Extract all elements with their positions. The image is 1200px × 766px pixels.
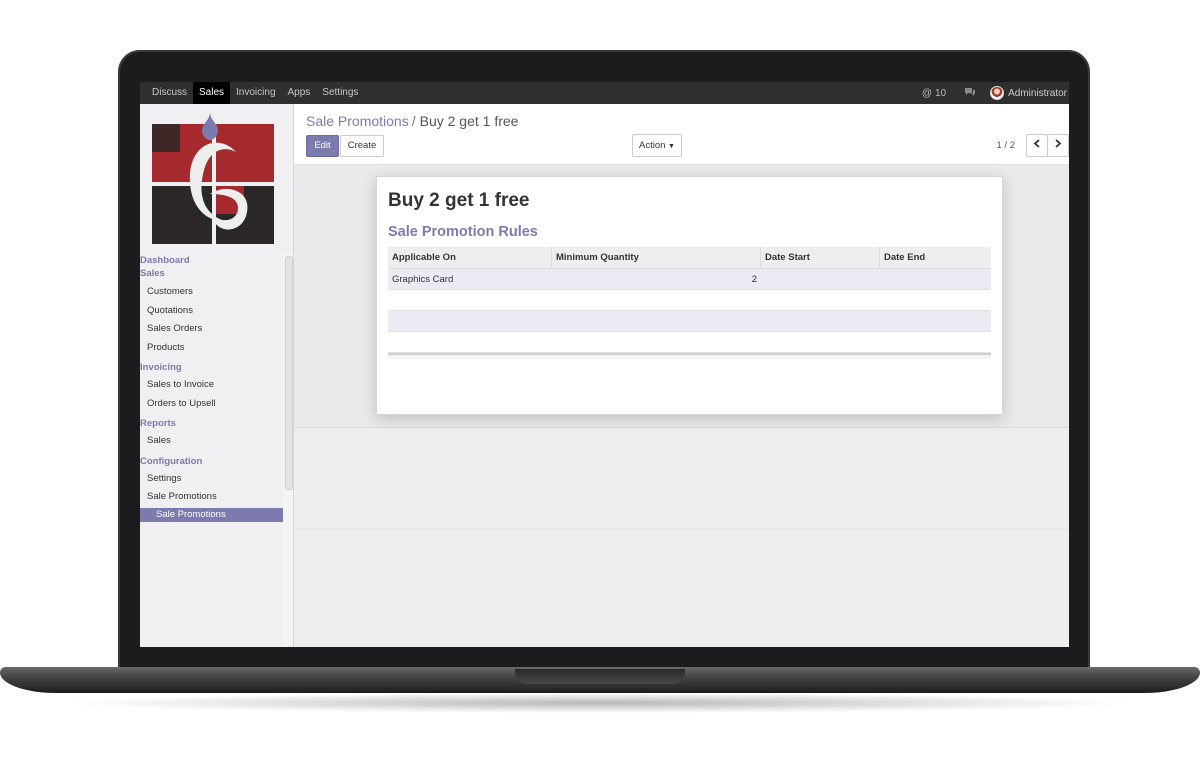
top-navbar: Discuss Sales Invoicing Apps Settings @ … xyxy=(140,82,1069,104)
sidebar-item-customers[interactable]: Customers xyxy=(140,283,283,302)
column-minimum-quantity[interactable]: Minimum Quantity xyxy=(552,247,761,268)
sidebar: Dashboard Sales Customers Quotations Sal… xyxy=(140,104,294,647)
menu-discuss[interactable]: Discuss xyxy=(146,82,193,104)
breadcrumb: Sale Promotions / Buy 2 get 1 free xyxy=(306,113,518,129)
caret-down-icon: ▼ xyxy=(668,143,675,150)
app-menu: Discuss Sales Invoicing Apps Settings xyxy=(146,82,364,104)
systray: @ 10 Administrator xyxy=(918,82,1067,104)
control-panel: Sale Promotions / Buy 2 get 1 free Edit Cr… xyxy=(294,104,1069,165)
notification-count: 10 xyxy=(934,87,947,99)
menu-invoicing[interactable]: Invoicing xyxy=(230,82,281,104)
laptop-notch xyxy=(515,669,685,684)
cell-date-start xyxy=(761,269,880,289)
pager-value[interactable]: 1 / 2 xyxy=(997,140,1016,151)
column-applicable-on[interactable]: Applicable On xyxy=(388,247,552,268)
sidebar-item-reports-sales[interactable]: Sales xyxy=(140,432,283,451)
menu-settings[interactable]: Settings xyxy=(316,82,364,104)
sidebar-section-sales[interactable]: Sales xyxy=(140,267,283,280)
section-title: Sale Promotion Rules xyxy=(388,224,538,240)
cell-applicable-on: Graphics Card xyxy=(392,274,454,285)
sidebar-item-settings[interactable]: Settings xyxy=(140,470,283,489)
form-sheet: Buy 2 get 1 free Sale Promotion Rules Ap… xyxy=(376,176,1003,415)
sidebar-item-orders-to-upsell[interactable]: Orders to Upsell xyxy=(140,395,283,414)
notifications-button[interactable]: @ 10 xyxy=(918,88,950,99)
menu-sales[interactable]: Sales xyxy=(193,82,231,104)
sidebar-section-invoicing[interactable]: Invoicing xyxy=(140,361,283,374)
sidebar-item-sales-orders[interactable]: Sales Orders xyxy=(140,320,283,339)
sidebar-scrollbar-thumb[interactable] xyxy=(285,256,293,490)
user-menu[interactable]: Administrator xyxy=(990,86,1067,100)
sidebar-section-configuration[interactable]: Configuration xyxy=(140,455,283,468)
breadcrumb-parent[interactable]: Sale Promotions xyxy=(306,113,409,129)
breadcrumb-separator: / xyxy=(411,113,416,129)
record-title: Buy 2 get 1 free xyxy=(388,190,530,211)
cell-date-end xyxy=(880,269,991,289)
pager-previous-button[interactable] xyxy=(1026,134,1048,157)
column-date-end[interactable]: Date End xyxy=(880,247,991,268)
content-divider xyxy=(294,528,1069,529)
sidebar-item-sale-promotions-active[interactable]: Sale Promotions xyxy=(140,507,283,522)
chevron-left-icon xyxy=(1033,139,1041,151)
create-button[interactable]: Create xyxy=(340,135,384,157)
column-date-start[interactable]: Date Start xyxy=(761,247,880,268)
table-row-empty xyxy=(388,290,991,311)
sidebar-nav: Dashboard Sales Customers Quotations Sal… xyxy=(140,254,283,522)
cell-minimum-quantity: 2 xyxy=(751,274,757,285)
pager-next-button[interactable] xyxy=(1047,134,1069,157)
table-header: Applicable On Minimum Quantity Date Star… xyxy=(388,247,991,269)
sidebar-section-reports[interactable]: Reports xyxy=(140,417,283,430)
table-footer xyxy=(388,353,991,359)
action-dropdown[interactable]: Action ▼ xyxy=(632,134,682,157)
chevron-right-icon xyxy=(1054,139,1062,151)
chat-bubbles-icon[interactable] xyxy=(954,87,986,100)
table-row-empty xyxy=(388,311,991,332)
table-row[interactable]: Graphics Card 2 xyxy=(388,269,991,290)
sidebar-item-sales-to-invoice[interactable]: Sales to Invoice xyxy=(140,376,283,395)
at-sign-icon: @ xyxy=(921,87,932,99)
table-row-empty xyxy=(388,332,991,353)
sidebar-item-quotations[interactable]: Quotations xyxy=(140,302,283,321)
promotion-rules-table: Applicable On Minimum Quantity Date Star… xyxy=(388,247,991,359)
menu-apps[interactable]: Apps xyxy=(282,82,317,104)
sidebar-item-sale-promotions[interactable]: Sale Promotions xyxy=(140,488,283,507)
company-logo xyxy=(150,112,276,244)
user-name: Administrator xyxy=(1008,87,1067,99)
breadcrumb-current: Buy 2 get 1 free xyxy=(419,113,519,129)
avatar xyxy=(990,86,1005,100)
screen: Discuss Sales Invoicing Apps Settings @ … xyxy=(140,82,1069,647)
sidebar-item-products[interactable]: Products xyxy=(140,339,283,358)
laptop-shadow xyxy=(60,693,1140,713)
sidebar-section-dashboard[interactable]: Dashboard xyxy=(140,254,283,267)
action-label: Action xyxy=(639,140,666,151)
edit-button[interactable]: Edit xyxy=(306,135,339,157)
